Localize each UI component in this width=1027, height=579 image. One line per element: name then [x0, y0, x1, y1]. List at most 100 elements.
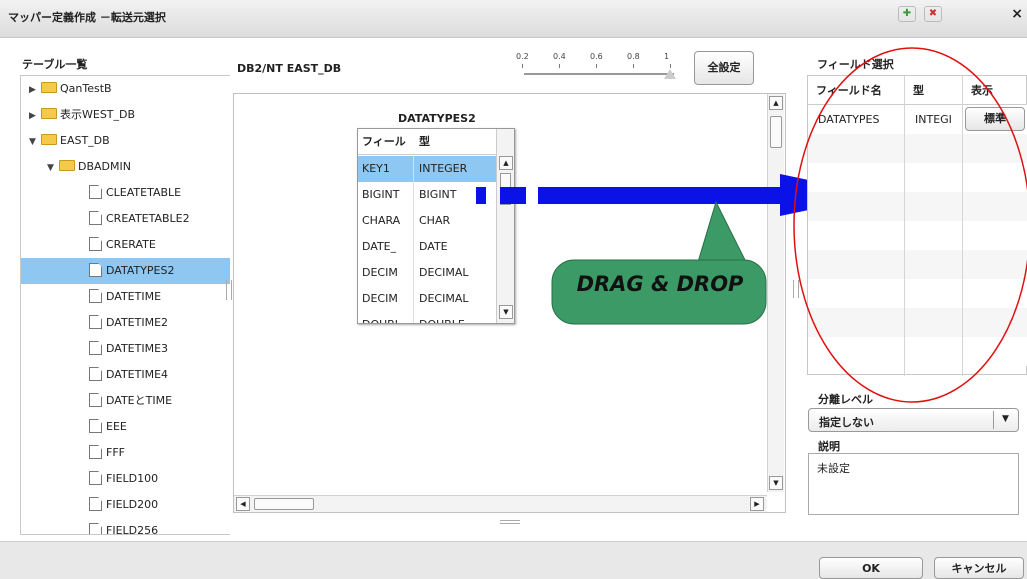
- tree-item-label: FIELD256: [106, 524, 159, 535]
- tree-item-label: DATEとTIME: [106, 394, 173, 407]
- collapsed-arrow-icon[interactable]: ▶: [29, 103, 41, 129]
- zoom-tick-mark: [559, 64, 560, 68]
- annotation-circle: [793, 47, 1027, 403]
- tree-item[interactable]: ▶ QanTestB: [21, 76, 230, 102]
- canvas-horizontal-scrollbar[interactable]: ◀ ▶: [234, 495, 767, 512]
- vertical-scroll-thumb[interactable]: [770, 116, 782, 148]
- tree-item-label: CLEATETABLE: [106, 186, 182, 199]
- drag-drop-callout: [551, 200, 767, 325]
- entity-row[interactable]: DECIM DECIMAL: [358, 286, 496, 312]
- description-field[interactable]: 未設定: [808, 453, 1019, 515]
- entity-row[interactable]: DECIM DECIMAL: [358, 260, 496, 286]
- entity-title: DATATYPES2: [398, 112, 476, 125]
- tree-item-label: EAST_DB: [60, 134, 110, 147]
- description-label: 説明: [818, 440, 840, 453]
- tree-item[interactable]: EEE: [21, 414, 230, 440]
- zoom-tick-mark: [670, 64, 671, 68]
- table-file-icon: [89, 393, 102, 407]
- delete-icon[interactable]: ✖: [924, 6, 942, 22]
- entity-row[interactable]: DOUBLDOUBLE: [358, 312, 496, 323]
- tree-item[interactable]: CREATETABLE2: [21, 206, 230, 232]
- cancel-button[interactable]: キャンセル: [934, 557, 1024, 579]
- entity-table[interactable]: ▲ ▼ フィール型 KEY1 INTEGER BIGINT BIGINT CHARA CHA…: [357, 128, 515, 324]
- zoom-track: [524, 73, 674, 75]
- table-file-icon: [89, 289, 102, 303]
- table-file-icon: [89, 341, 102, 355]
- entity-field-name: KEY1: [358, 156, 414, 182]
- table-file-icon: [89, 263, 102, 277]
- window-title: マッパー定義作成 －転送元選択: [8, 11, 166, 24]
- tree-item[interactable]: CLEATETABLE: [21, 180, 230, 206]
- zoom-tick-mark: [596, 64, 597, 68]
- entity-scroll-up-icon[interactable]: ▲: [499, 156, 513, 170]
- tree-item[interactable]: FFF: [21, 440, 230, 466]
- tree-item[interactable]: CRERATE: [21, 232, 230, 258]
- scroll-down-icon[interactable]: ▼: [769, 476, 783, 490]
- tree-item[interactable]: DATETIME4: [21, 362, 230, 388]
- scroll-right-icon[interactable]: ▶: [750, 497, 764, 511]
- zoom-tick-label: 1: [664, 52, 670, 61]
- tree-item[interactable]: DATETIME3: [21, 336, 230, 362]
- table-file-icon: [89, 523, 102, 534]
- table-list-label: テーブル一覧: [22, 58, 88, 71]
- tree-item-label: FIELD100: [106, 472, 159, 485]
- table-file-icon: [89, 445, 102, 459]
- table-tree: ▶ QanTestB ▶ 表示WEST_DB ▼ EAST_DB ▼ DBADMIN CLEAT…: [20, 75, 230, 535]
- ok-button[interactable]: OK: [819, 557, 923, 579]
- tree-item[interactable]: DATATYPES2: [21, 258, 230, 284]
- tree-item[interactable]: FIELD256: [21, 518, 230, 535]
- scroll-up-icon[interactable]: ▲: [769, 96, 783, 110]
- collapsed-arrow-icon[interactable]: ▶: [29, 77, 41, 103]
- entity-row[interactable]: DATE_ DATE: [358, 234, 496, 260]
- tree-item[interactable]: ▶ 表示WEST_DB: [21, 102, 230, 128]
- entity-field-type: DATE: [419, 240, 448, 253]
- entity-field-type: DECIMAL: [419, 266, 469, 279]
- entity-field-name: DATE_: [358, 234, 414, 260]
- table-file-icon: [89, 185, 102, 199]
- zoom-tick-mark: [522, 64, 523, 68]
- tree-item-label: QanTestB: [60, 82, 112, 95]
- zoom-thumb[interactable]: [664, 69, 676, 79]
- entity-scroll-down-icon[interactable]: ▼: [499, 305, 513, 319]
- zoom-tick-mark: [633, 64, 634, 68]
- zoom-tick-label: 0.8: [627, 52, 640, 61]
- description-value: 未設定: [817, 462, 850, 475]
- entity-header-cell: フィール: [362, 135, 406, 148]
- tree-item[interactable]: DATEとTIME: [21, 388, 230, 414]
- add-icon[interactable]: ✚: [898, 6, 916, 22]
- bottom-splitter-handle[interactable]: [500, 520, 520, 524]
- tree-item-label: DATETIME3: [106, 342, 169, 355]
- callout-pointer: [697, 200, 747, 263]
- annotation-ellipse: [793, 47, 1027, 403]
- tree-item[interactable]: FIELD200: [21, 492, 230, 518]
- folder-icon: [41, 82, 57, 93]
- zoom-tick-label: 0.2: [516, 52, 529, 61]
- expanded-arrow-icon[interactable]: ▼: [47, 155, 59, 181]
- zoom-tick-label: 0.6: [590, 52, 603, 61]
- table-file-icon: [89, 497, 102, 511]
- folder-icon: [41, 134, 57, 145]
- table-file-icon: [89, 211, 102, 225]
- tree-item[interactable]: FIELD100: [21, 466, 230, 492]
- tree-item-label: CREATETABLE2: [106, 212, 190, 225]
- tree-item[interactable]: ▼ DBADMIN: [21, 154, 230, 180]
- zoom-slider[interactable]: 0.2 0.4 0.6 0.8 1: [516, 52, 676, 80]
- callout-text: DRAG & DROP: [576, 272, 744, 296]
- set-all-button[interactable]: 全設定: [694, 51, 754, 85]
- tree-item-label: DBADMIN: [78, 160, 131, 173]
- tree-item[interactable]: DATETIME: [21, 284, 230, 310]
- table-file-icon: [89, 471, 102, 485]
- horizontal-scroll-thumb[interactable]: [254, 498, 314, 510]
- tree-item-label: FFF: [106, 446, 125, 459]
- table-file-icon: [89, 419, 102, 433]
- left-splitter-handle[interactable]: [226, 280, 232, 300]
- expanded-arrow-icon[interactable]: ▼: [29, 129, 41, 155]
- close-icon[interactable]: ×: [1011, 6, 1023, 22]
- tree-item[interactable]: DATETIME2: [21, 310, 230, 336]
- tree-item[interactable]: ▼ EAST_DB: [21, 128, 230, 154]
- tree-item-label: DATETIME2: [106, 316, 169, 329]
- entity-field-type: DECIMAL: [419, 292, 469, 305]
- scroll-left-icon[interactable]: ◀: [236, 497, 250, 511]
- arrow-dash-2: [500, 187, 526, 204]
- entity-scrollbar[interactable]: ▲ ▼: [496, 129, 514, 323]
